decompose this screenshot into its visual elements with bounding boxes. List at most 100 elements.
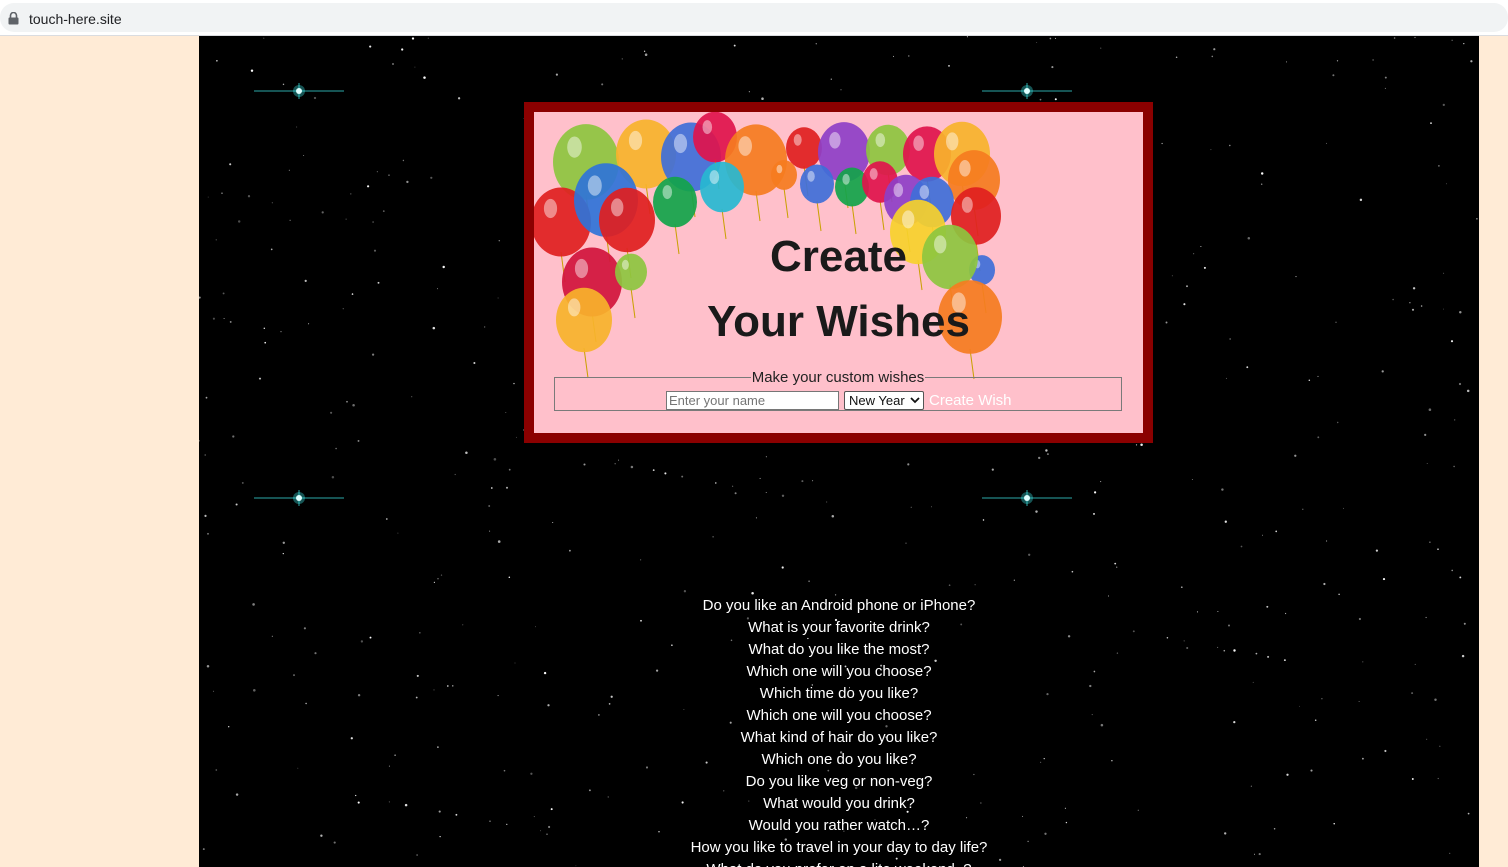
- create-wish-button[interactable]: Create Wish: [929, 390, 1012, 410]
- star: [715, 482, 717, 484]
- star: [1260, 172, 1264, 175]
- star: [812, 480, 814, 482]
- star: [1193, 253, 1195, 255]
- star: [1229, 144, 1231, 147]
- question-item: Which one do you like?: [761, 751, 917, 768]
- question-item: Do you like an Android phone or iPhone?: [702, 597, 976, 614]
- star: [1372, 59, 1374, 61]
- star: [808, 580, 810, 583]
- star: [1393, 37, 1396, 39]
- star: [643, 50, 646, 52]
- star: [815, 43, 817, 45]
- star: [382, 210, 385, 212]
- star: [515, 436, 517, 438]
- star: [489, 530, 491, 532]
- star: [1247, 237, 1251, 240]
- star: [376, 171, 378, 173]
- star: [1036, 41, 1038, 43]
- page-heading: Create Your Wishes: [534, 224, 1143, 354]
- lock-icon: [8, 12, 19, 25]
- star: [1450, 340, 1454, 343]
- browser-address-bar: touch-here.site: [0, 0, 1508, 36]
- star: [1051, 66, 1054, 69]
- star: [1100, 481, 1102, 483]
- star: [712, 536, 714, 538]
- star: [437, 288, 438, 290]
- star: [1045, 449, 1048, 452]
- star: [826, 501, 828, 503]
- star: [345, 218, 347, 220]
- star: [352, 403, 355, 407]
- name-input[interactable]: [666, 391, 839, 410]
- star: [1035, 510, 1038, 513]
- star: [1409, 302, 1411, 304]
- star: [892, 55, 895, 57]
- chevron-down-icon: [910, 397, 920, 404]
- star: [1381, 370, 1384, 373]
- star: [216, 60, 218, 62]
- star: [910, 506, 912, 508]
- question-item: Would you rather watch…?: [748, 817, 930, 834]
- star: [373, 249, 377, 252]
- star: [1093, 512, 1095, 515]
- star: [614, 463, 616, 465]
- star: [263, 37, 265, 39]
- star: [493, 458, 497, 461]
- star: [342, 308, 344, 310]
- star: [1336, 60, 1339, 62]
- question-list: Do you like an Android phone or iPhone? W…: [199, 595, 1479, 867]
- occasion-selected-value: New Year: [849, 393, 905, 408]
- star: [801, 480, 804, 483]
- star: [235, 503, 238, 506]
- star: [330, 411, 333, 414]
- star: [1411, 308, 1415, 311]
- star: [237, 220, 241, 223]
- star: [1317, 375, 1319, 377]
- star: [497, 540, 501, 543]
- sparkle-icon: [982, 83, 1072, 99]
- star: [974, 584, 976, 586]
- url-text[interactable]: touch-here.site: [29, 11, 122, 27]
- star: [1343, 507, 1344, 509]
- star: [229, 163, 232, 166]
- star: [1211, 55, 1214, 58]
- balloon-icon: [800, 164, 834, 232]
- star: [465, 451, 468, 455]
- star: [1114, 562, 1117, 565]
- star: [1046, 453, 1049, 456]
- star: [1294, 454, 1297, 457]
- star: [982, 519, 985, 521]
- star: [263, 327, 266, 330]
- star: [1437, 548, 1439, 551]
- star: [212, 317, 215, 320]
- star: [289, 219, 291, 221]
- star: [1260, 183, 1263, 185]
- star: [204, 454, 206, 456]
- star: [1165, 321, 1168, 324]
- star: [1221, 488, 1224, 491]
- occasion-select[interactable]: New Year: [844, 391, 924, 410]
- star: [282, 552, 284, 555]
- star: [1443, 308, 1444, 310]
- url-field[interactable]: touch-here.site: [0, 3, 1508, 32]
- star: [991, 468, 994, 471]
- question-item: Which time do you like?: [759, 685, 919, 702]
- star: [411, 396, 413, 398]
- star: [406, 180, 409, 184]
- star: [423, 76, 426, 79]
- star: [411, 37, 415, 40]
- star: [748, 91, 750, 93]
- star: [569, 549, 571, 552]
- sparkle-icon: [254, 490, 344, 506]
- star: [207, 196, 209, 198]
- star: [1412, 287, 1416, 290]
- heading-line-create: Create: [770, 232, 907, 281]
- heading-line-your-wishes: Your Wishes: [707, 297, 970, 346]
- star: [1140, 443, 1143, 447]
- star: [377, 281, 380, 284]
- star: [640, 559, 642, 561]
- star: [270, 248, 273, 251]
- star: [1225, 377, 1227, 379]
- star: [1049, 37, 1052, 40]
- balloon-icon: [771, 160, 797, 219]
